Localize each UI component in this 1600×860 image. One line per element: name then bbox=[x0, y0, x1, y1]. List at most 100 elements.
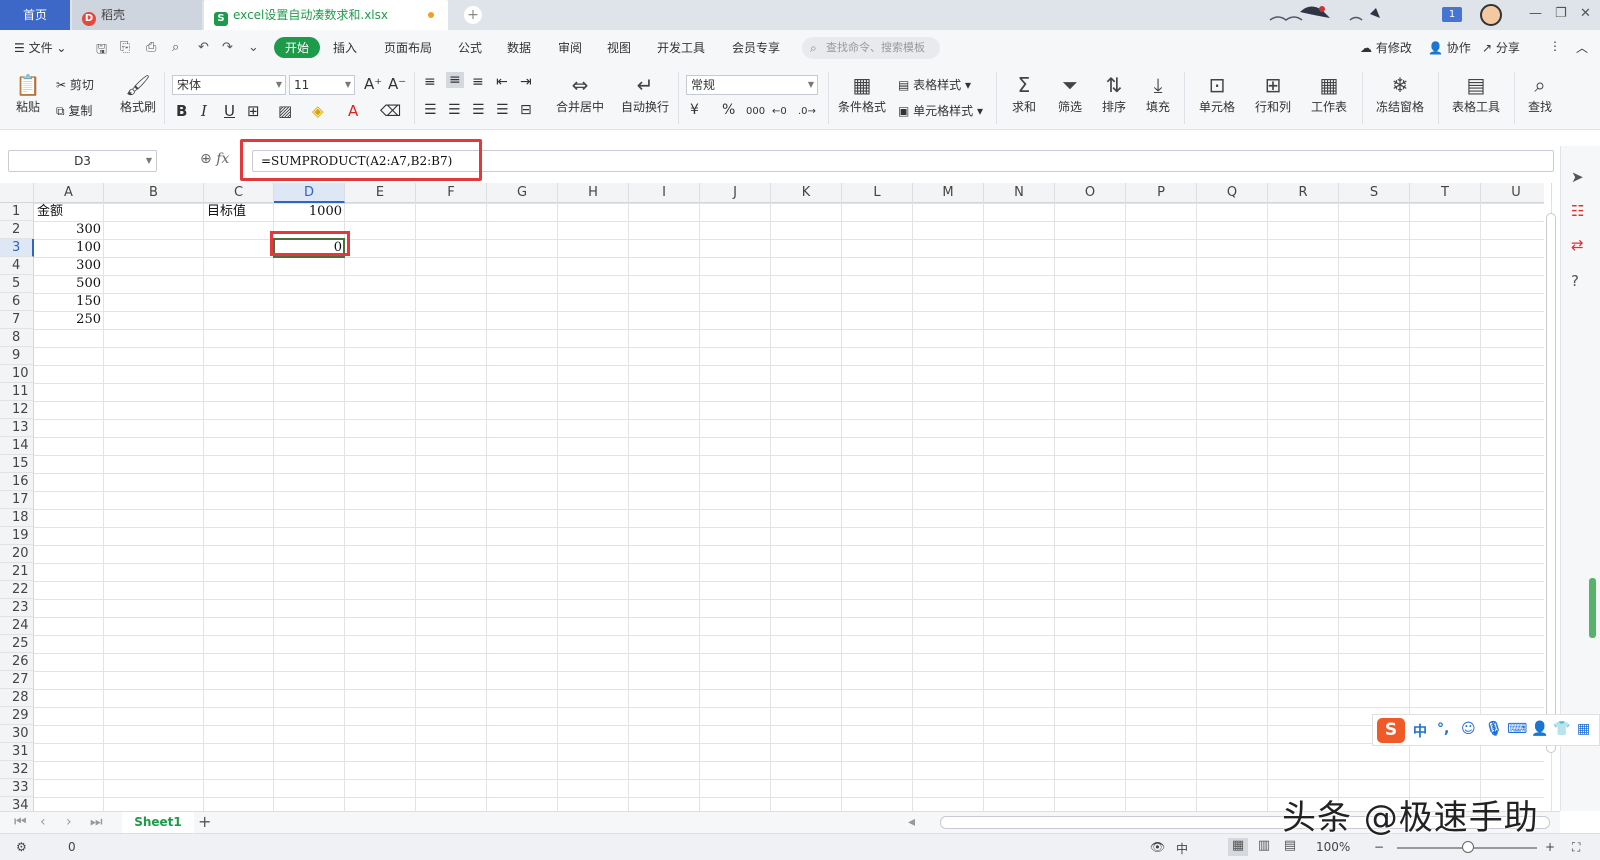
bold-button[interactable]: B bbox=[176, 102, 187, 120]
sheet-tab-sheet1[interactable]: Sheet1 bbox=[122, 812, 194, 833]
paste-button[interactable]: 📋 粘贴 bbox=[10, 72, 46, 115]
row-header-10[interactable]: 10 bbox=[0, 365, 34, 383]
avatar[interactable] bbox=[1480, 4, 1502, 26]
find-button[interactable]: ⌕ 查找 bbox=[1522, 72, 1558, 115]
sogou-logo-icon[interactable]: S bbox=[1377, 718, 1405, 743]
cell-c1[interactable]: 目标值 bbox=[204, 203, 274, 221]
sum-button[interactable]: Σ 求和 bbox=[1006, 72, 1042, 115]
row-header-33[interactable]: 33 bbox=[0, 779, 34, 797]
shrink-font-icon[interactable]: A⁻ bbox=[388, 75, 406, 93]
indent-icon[interactable]: ⇥ bbox=[520, 74, 532, 90]
row-header-9[interactable]: 9 bbox=[0, 347, 34, 365]
prev-sheet-icon[interactable]: ‹ bbox=[40, 814, 46, 830]
grow-font-icon[interactable]: A⁺ bbox=[364, 75, 382, 93]
font-name-select[interactable]: 宋体 ▼ bbox=[172, 75, 286, 95]
modified-button[interactable]: ☁ 有修改 bbox=[1360, 39, 1412, 56]
cell-area[interactable]: 金额 300 100 300 500 150 250 目标值 1000 0 bbox=[34, 203, 1552, 811]
column-header-a[interactable]: A bbox=[34, 183, 104, 203]
column-header-n[interactable]: N bbox=[984, 183, 1055, 203]
menu-review[interactable]: 审阅 bbox=[558, 39, 582, 56]
row-header-31[interactable]: 31 bbox=[0, 743, 34, 761]
new-tab-button[interactable]: + bbox=[464, 6, 482, 24]
column-header-g[interactable]: G bbox=[487, 183, 558, 203]
column-header-m[interactable]: M bbox=[913, 183, 984, 203]
row-header-5[interactable]: 5 bbox=[0, 275, 34, 293]
export-icon[interactable]: ⎘ bbox=[120, 40, 130, 55]
microphone-icon[interactable]: 🎙 bbox=[1485, 721, 1503, 737]
row-header-25[interactable]: 25 bbox=[0, 635, 34, 653]
align-center-icon[interactable]: ☰ bbox=[448, 102, 461, 118]
collab-button[interactable]: 👤 协作 bbox=[1428, 39, 1471, 56]
column-header-o[interactable]: O bbox=[1055, 183, 1126, 203]
scroll-left-icon[interactable]: ◂ bbox=[908, 814, 915, 830]
font-color-icon[interactable]: A bbox=[348, 102, 358, 120]
more-icon[interactable]: ⋮ bbox=[1549, 39, 1561, 53]
help-icon[interactable]: ? bbox=[1571, 272, 1579, 290]
row-header-13[interactable]: 13 bbox=[0, 419, 34, 437]
row-header-23[interactable]: 23 bbox=[0, 599, 34, 617]
row-header-4[interactable]: 4 bbox=[0, 257, 34, 275]
table-style-button[interactable]: ▤ 表格样式 ▾ bbox=[898, 76, 971, 93]
row-header-2[interactable]: 2 bbox=[0, 221, 34, 239]
row-header-26[interactable]: 26 bbox=[0, 653, 34, 671]
cell-a3[interactable]: 100 bbox=[34, 239, 104, 257]
grid-menu-icon[interactable]: ▦ bbox=[1577, 721, 1590, 737]
italic-button[interactable]: I bbox=[201, 102, 207, 120]
row-header-27[interactable]: 27 bbox=[0, 671, 34, 689]
row-header-30[interactable]: 30 bbox=[0, 725, 34, 743]
minimize-icon[interactable]: — bbox=[1529, 6, 1542, 21]
justify-icon[interactable]: ☰ bbox=[496, 102, 509, 118]
close-icon[interactable]: ✕ bbox=[1580, 6, 1591, 21]
column-header-p[interactable]: P bbox=[1126, 183, 1197, 203]
percent-button[interactable]: % bbox=[722, 102, 735, 118]
backup-icon[interactable]: ⇄ bbox=[1571, 236, 1584, 254]
row-header-16[interactable]: 16 bbox=[0, 473, 34, 491]
copy-button[interactable]: ⧉ 复制 bbox=[56, 102, 92, 119]
align-top-icon[interactable]: ≡ bbox=[424, 74, 436, 90]
scroll-thumb[interactable] bbox=[1546, 213, 1556, 753]
cell-d1[interactable]: 1000 bbox=[274, 203, 345, 221]
number-format-select[interactable]: 常规 ▼ bbox=[686, 75, 818, 95]
cell-a5[interactable]: 500 bbox=[34, 275, 104, 293]
menu-member[interactable]: 会员专享 bbox=[732, 39, 780, 56]
page-break-view-icon[interactable]: ▤ bbox=[1280, 838, 1300, 856]
tab-home[interactable]: 首页 bbox=[0, 0, 70, 30]
row-header-11[interactable]: 11 bbox=[0, 383, 34, 401]
decrease-decimal-icon[interactable]: .0→ bbox=[798, 106, 816, 117]
command-search-input[interactable]: ⌕ 查找命令、搜索模板 bbox=[802, 37, 940, 59]
cell-a6[interactable]: 150 bbox=[34, 293, 104, 311]
cell-a4[interactable]: 300 bbox=[34, 257, 104, 275]
cell-a7[interactable]: 250 bbox=[34, 311, 104, 329]
distribute-icon[interactable]: ⊟ bbox=[520, 102, 532, 118]
keyboard-icon[interactable]: ⌨ bbox=[1507, 721, 1527, 737]
cell-style-button[interactable]: ▣ 单元格样式 ▾ bbox=[898, 102, 983, 119]
merge-center-button[interactable]: ⇔ 合并居中 bbox=[552, 72, 608, 115]
worksheet-button[interactable]: ▦ 工作表 bbox=[1306, 72, 1352, 115]
wrap-text-button[interactable]: ↵ 自动换行 bbox=[620, 72, 670, 115]
row-header-18[interactable]: 18 bbox=[0, 509, 34, 527]
row-header-6[interactable]: 6 bbox=[0, 293, 34, 311]
menu-formulas[interactable]: 公式 bbox=[458, 39, 482, 56]
filter-button[interactable]: ⏷ 筛选 bbox=[1052, 72, 1088, 115]
share-button[interactable]: ↗ 分享 bbox=[1482, 39, 1520, 56]
menu-data[interactable]: 数据 bbox=[507, 39, 531, 56]
save-icon[interactable]: 🖫 bbox=[96, 40, 107, 62]
cell-a2[interactable]: 300 bbox=[34, 221, 104, 239]
print-preview-icon[interactable]: ⌕ bbox=[172, 40, 179, 55]
select-cursor-icon[interactable]: ➤ bbox=[1571, 168, 1584, 186]
column-header-d[interactable]: D bbox=[274, 183, 345, 203]
column-header-c[interactable]: C bbox=[204, 183, 274, 203]
cell-a1[interactable]: 金额 bbox=[34, 203, 104, 221]
eye-protect-icon[interactable]: 👁 bbox=[1150, 840, 1165, 854]
row-header-14[interactable]: 14 bbox=[0, 437, 34, 455]
cells-button[interactable]: ⊡ 单元格 bbox=[1194, 72, 1240, 115]
zoom-out-icon[interactable]: − bbox=[1374, 840, 1384, 854]
align-right-icon[interactable]: ☰ bbox=[472, 102, 485, 118]
ime-chinese-toggle[interactable]: 中 bbox=[1413, 721, 1427, 741]
column-header-b[interactable]: B bbox=[104, 183, 204, 203]
macro-icon[interactable]: ⚙ bbox=[16, 840, 27, 854]
customize-icon[interactable]: ⌄ bbox=[248, 40, 259, 55]
thousands-button[interactable]: 000 bbox=[746, 106, 765, 117]
column-header-h[interactable]: H bbox=[558, 183, 629, 203]
row-header-12[interactable]: 12 bbox=[0, 401, 34, 419]
